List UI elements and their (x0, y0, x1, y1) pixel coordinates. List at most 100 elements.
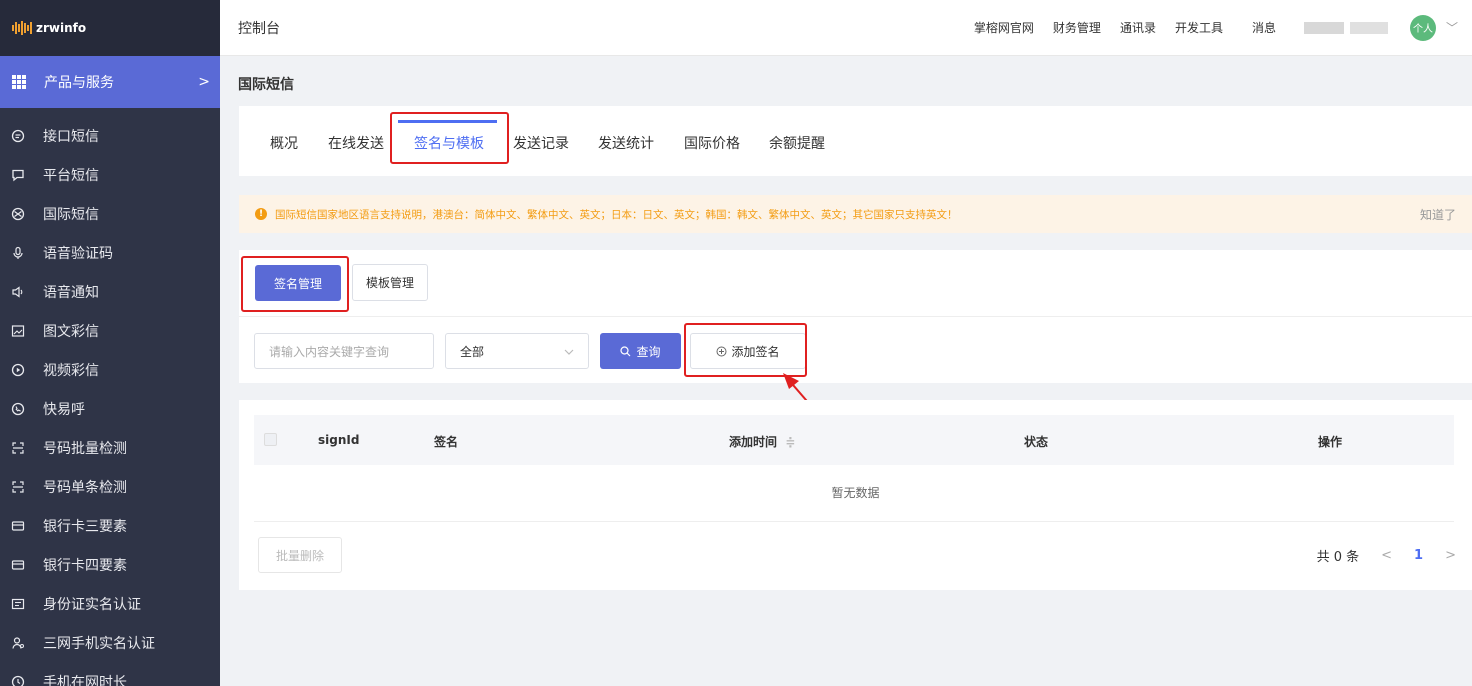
sidebar-item-bank-four[interactable]: 银行卡四要素 (0, 545, 220, 584)
sidebar-item-online-duration[interactable]: 手机在网时长 (0, 662, 220, 686)
avatar[interactable]: 个人 (1409, 14, 1436, 41)
add-sign-button[interactable]: 添加签名 (690, 333, 806, 369)
sidebar-item-intl-sms[interactable]: 国际短信 (0, 194, 220, 233)
play-circle-icon (10, 362, 26, 378)
logo-icon (12, 21, 32, 35)
top-header: 控制台 掌榕网官网 财务管理 通讯录 开发工具 消息 个人 ﹀ (220, 0, 1472, 56)
column-added-time-label: 添加时间 (729, 435, 778, 449)
tab-sign-template[interactable]: 签名与模板 (414, 133, 484, 153)
pagination-prev-icon[interactable]: < (1381, 548, 1392, 563)
scan-single-icon (10, 479, 26, 495)
message-square-icon (10, 167, 26, 183)
empty-state: 暂无数据 (831, 486, 880, 500)
clock-icon (10, 674, 26, 686)
sidebar-item-image-mms[interactable]: 图文彩信 (0, 311, 220, 350)
card-four-icon (10, 557, 26, 573)
sign-manage-button[interactable]: 签名管理 (255, 265, 341, 301)
chevron-down-icon[interactable]: ﹀ (1446, 19, 1458, 36)
sidebar-item-quick-call[interactable]: 快易呼 (0, 389, 220, 428)
chevron-right-icon: > (198, 74, 210, 90)
microphone-icon (10, 245, 26, 261)
sidebar-item-bank-three[interactable]: 银行卡三要素 (0, 506, 220, 545)
brand-name: zrwinfo (36, 21, 87, 35)
column-status: 状态 (1024, 435, 1049, 449)
pagination-next-icon[interactable]: > (1445, 548, 1456, 563)
speaker-icon (10, 284, 26, 300)
filter-panel: 签名管理 模板管理 请输入内容关键字查询 全部 查询 添加签名 (239, 250, 1472, 383)
tabs-bar: 概况 在线发送 签名与模板 发送记录 发送统计 国际价格 余额提醒 (239, 106, 1472, 176)
search-icon (620, 345, 631, 357)
tab-send-records[interactable]: 发送记录 (513, 133, 569, 153)
console-title: 控制台 (238, 20, 280, 37)
phone-circle-icon (10, 401, 26, 417)
chevron-down-icon (564, 344, 574, 358)
scan-icon (10, 440, 26, 456)
sidebar-item-label: 接口短信 (43, 128, 99, 145)
search-input[interactable]: 请输入内容关键字查询 (254, 333, 434, 369)
user-icon (10, 635, 26, 651)
globe-icon (10, 206, 26, 222)
sidebar-item-label: 图文彩信 (43, 323, 99, 340)
query-label: 查询 (636, 344, 661, 359)
active-tab-indicator (398, 120, 497, 123)
header-link-devtools[interactable]: 开发工具 (1175, 19, 1223, 36)
notice-text: 国际短信国家地区语言支持说明，港澳台：简体中文、繁体中文、英文；日本：日文、英文… (275, 208, 958, 221)
sort-icon[interactable]: ≑ (785, 435, 795, 449)
tab-online-send[interactable]: 在线发送 (328, 133, 384, 153)
sidebar: zrwinfo 产品与服务 > 接口短信 平台短信 国际短信 语音验证码 语音通… (0, 0, 220, 686)
sidebar-item-voice-code[interactable]: 语音验证码 (0, 233, 220, 272)
status-select-value: 全部 (460, 344, 485, 359)
messages-link[interactable]: 消息 (1252, 19, 1276, 36)
sidebar-item-label: 号码批量检测 (43, 440, 127, 457)
sidebar-item-single-check[interactable]: 号码单条检测 (0, 467, 220, 506)
add-sign-label: 添加签名 (731, 344, 780, 359)
sidebar-item-label: 身份证实名认证 (43, 596, 141, 613)
header-link-finance[interactable]: 财务管理 (1053, 19, 1101, 36)
sidebar-item-platform-sms[interactable]: 平台短信 (0, 155, 220, 194)
notice-dismiss-link[interactable]: 知道了 (1420, 206, 1456, 223)
header-link-contacts[interactable]: 通讯录 (1120, 19, 1156, 36)
sidebar-item-label: 号码单条检测 (43, 479, 127, 496)
status-select[interactable]: 全部 (445, 333, 589, 369)
select-all-checkbox[interactable] (264, 433, 277, 446)
table-header: signId 签名 添加时间 ≑ 状态 操作 (254, 415, 1454, 465)
sidebar-item-mobile-auth[interactable]: 三网手机实名认证 (0, 623, 220, 662)
card-icon (10, 518, 26, 534)
username-redacted (1303, 21, 1344, 34)
sidebar-item-batch-check[interactable]: 号码批量检测 (0, 428, 220, 467)
sidebar-item-label: 快易呼 (43, 401, 85, 418)
grid-icon (12, 75, 26, 89)
tab-send-stats[interactable]: 发送统计 (598, 133, 654, 153)
sidebar-item-id-auth[interactable]: 身份证实名认证 (0, 584, 220, 623)
template-manage-button[interactable]: 模板管理 (352, 264, 428, 301)
products-services-button[interactable]: 产品与服务 > (0, 56, 220, 108)
id-card-icon (10, 596, 26, 612)
sidebar-item-label: 银行卡四要素 (43, 557, 127, 574)
notice-banner: ! 国际短信国家地区语言支持说明，港澳台：简体中文、繁体中文、英文；日本：日文、… (239, 195, 1472, 233)
logo[interactable]: zrwinfo (0, 0, 220, 56)
tab-overview[interactable]: 概况 (270, 133, 298, 153)
sidebar-item-label: 三网手机实名认证 (43, 635, 155, 652)
sidebar-item-voice-notice[interactable]: 语音通知 (0, 272, 220, 311)
batch-delete-button[interactable]: 批量删除 (258, 537, 342, 573)
tab-balance-alert[interactable]: 余额提醒 (769, 133, 825, 153)
query-button[interactable]: 查询 (600, 333, 681, 369)
sidebar-menu: 接口短信 平台短信 国际短信 语音验证码 语音通知 图文彩信 视频彩信 快易呼 (0, 108, 220, 686)
column-actions: 操作 (1318, 435, 1343, 449)
account-redacted (1349, 21, 1388, 34)
sidebar-item-video-mms[interactable]: 视频彩信 (0, 350, 220, 389)
products-services-label: 产品与服务 (44, 75, 114, 91)
sign-table: signId 签名 添加时间 ≑ 状态 操作 暂无数据 批量删除 共 0 条 <… (239, 400, 1472, 590)
column-added-time[interactable]: 添加时间 ≑ (729, 433, 795, 450)
column-signid: signId (318, 433, 360, 447)
tab-intl-price[interactable]: 国际价格 (684, 133, 740, 153)
sidebar-item-label: 语音验证码 (43, 245, 113, 262)
header-link-website[interactable]: 掌榕网官网 (974, 19, 1034, 36)
plus-circle-icon (716, 346, 727, 357)
pagination-total: 共 0 条 (1316, 550, 1360, 565)
sidebar-item-label: 语音通知 (43, 284, 99, 301)
sidebar-item-api-sms[interactable]: 接口短信 (0, 116, 220, 155)
sidebar-item-label: 国际短信 (43, 206, 99, 223)
pagination-page-1[interactable]: 1 (1414, 548, 1423, 563)
image-icon (10, 323, 26, 339)
